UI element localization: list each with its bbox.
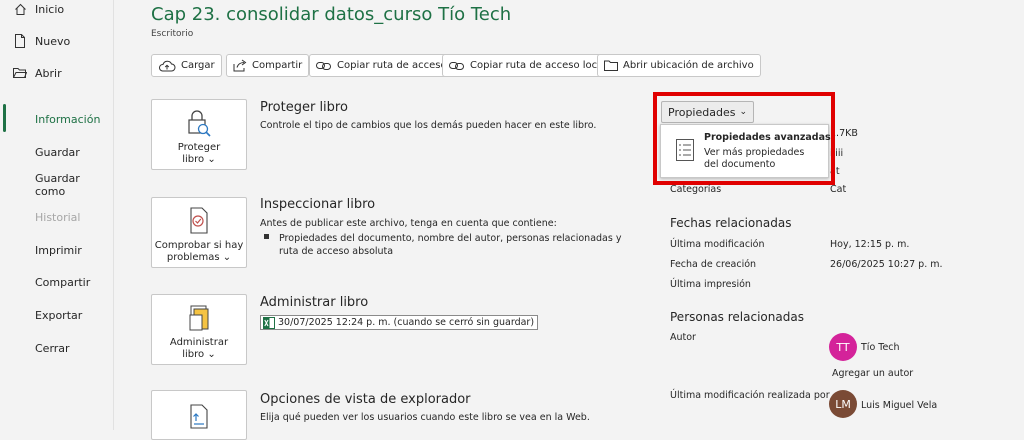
chevron-down-icon: ⌄	[222, 252, 232, 263]
link-icon	[316, 61, 331, 70]
title-value: iiiii	[830, 148, 844, 159]
chevron-down-icon: ⌄	[207, 349, 216, 360]
document-check-icon	[152, 204, 246, 236]
properties-dropdown-menu: Propiedades avanzadas Ver más propiedade…	[660, 124, 831, 178]
sidebar-item-label: Información	[35, 112, 101, 126]
link-icon	[449, 61, 464, 70]
copy-local-path-button[interactable]: Copiar ruta de acceso local	[442, 54, 614, 77]
categories-label: Categorías	[670, 184, 722, 195]
browser-section-description: Elija qué pueden ver los usuarios cuando…	[260, 412, 590, 423]
chevron-down-icon: ⌄	[739, 107, 748, 117]
sidebar-item-label: Abrir	[35, 66, 62, 80]
last-modified-label: Última modificación	[670, 239, 765, 250]
related-dates-heading: Fechas relacionadas	[670, 216, 792, 230]
chevron-down-icon: ⌄	[207, 154, 216, 165]
share-button[interactable]: Compartir	[226, 54, 310, 77]
lock-icon	[152, 106, 246, 138]
sidebar-item-label: Imprimir	[35, 243, 82, 257]
upload-cloud-icon	[159, 60, 176, 71]
info-page: Cap 23. consolidar datos_curso Tío Tech …	[114, 0, 1024, 440]
sidebar-item-nuevo[interactable]: Nuevo	[0, 31, 113, 51]
protect-section-title: Proteger libro	[260, 100, 348, 115]
properties-list-icon	[676, 139, 694, 165]
open-file-location-button[interactable]: Abrir ubicación de archivo	[597, 54, 761, 77]
last-modified-value: Hoy, 12:15 p. m.	[830, 239, 910, 250]
check-issues-button[interactable]: Comprobar si hay problemas ⌄	[151, 197, 247, 268]
new-document-icon	[13, 34, 27, 48]
last-modified-by-label: Última modificación realizada por	[670, 390, 830, 401]
sidebar-item-guardar-como[interactable]: Guardar como	[0, 172, 113, 198]
inspect-bullet-item: Propiedades del documento, nombre del au…	[264, 232, 621, 258]
properties-dropdown-button[interactable]: Propiedades ⌄	[661, 101, 755, 123]
sidebar-item-guardar[interactable]: Guardar	[0, 143, 113, 161]
file-size-value: 1.7KB	[830, 128, 858, 139]
sidebar-item-abrir[interactable]: Abrir	[0, 63, 113, 83]
tags-value: at	[830, 166, 840, 177]
upload-button[interactable]: Cargar	[151, 54, 222, 77]
advanced-properties-title: Propiedades avanzadas	[704, 132, 831, 143]
modifier-avatar: LM	[829, 390, 857, 418]
inspect-section-title: Inspeccionar libro	[260, 197, 376, 212]
manage-workbook-icon	[152, 301, 246, 333]
add-author-link[interactable]: Agregar un autor	[832, 368, 913, 379]
sidebar-item-exportar[interactable]: Exportar	[0, 306, 113, 324]
created-value: 26/06/2025 10:27 p. m.	[830, 259, 943, 270]
sidebar-item-compartir[interactable]: Compartir	[0, 273, 113, 291]
sidebar-item-label: Nuevo	[35, 34, 71, 48]
related-people-heading: Personas relacionadas	[670, 310, 804, 324]
inspect-section-description: Antes de publicar este archivo, tenga en…	[260, 218, 557, 229]
sidebar-item-inicio[interactable]: Inicio	[0, 0, 113, 18]
file-location: Escritorio	[151, 29, 194, 39]
last-printed-label: Última impresión	[670, 279, 751, 290]
manage-workbook-button[interactable]: Administrar libro ⌄	[151, 294, 247, 365]
sidebar-item-historial: Historial	[0, 208, 113, 226]
modifier-name[interactable]: Luis Miguel Vela	[861, 400, 937, 411]
autosave-version-link[interactable]: 30/07/2025 12:24 p. m. (cuando se cerró …	[260, 315, 539, 330]
protect-section-description: Controle el tipo de cambios que los demá…	[260, 120, 597, 131]
page-title: Cap 23. consolidar datos_curso Tío Tech	[151, 4, 512, 25]
sidebar-item-cerrar[interactable]: Cerrar	[0, 339, 113, 357]
copy-path-button[interactable]: Copiar ruta de acceso	[309, 54, 454, 77]
manage-section-title: Administrar libro	[260, 295, 369, 310]
sidebar-item-label: Historial	[35, 210, 81, 224]
advanced-properties-item[interactable]: Propiedades avanzadas Ver más propiedade…	[661, 125, 831, 177]
backstage-sidebar: Inicio Nuevo Abrir Información Guardar G…	[0, 0, 114, 430]
author-avatar: TT	[829, 333, 857, 361]
sidebar-item-label: Compartir	[35, 275, 91, 289]
browser-section-title: Opciones de vista de explorador	[260, 392, 471, 407]
sidebar-item-imprimir[interactable]: Imprimir	[0, 241, 113, 259]
protect-workbook-button[interactable]: Proteger libro ⌄	[151, 99, 247, 170]
browser-view-icon	[152, 397, 246, 429]
sidebar-item-label: Inicio	[35, 2, 65, 16]
categories-value: Cat	[830, 184, 847, 195]
folder-icon	[604, 60, 618, 71]
excel-file-icon	[263, 316, 275, 329]
sidebar-item-label: Guardar	[35, 145, 80, 159]
created-label: Fecha de creación	[670, 259, 757, 270]
advanced-properties-line2: del documento	[704, 159, 776, 170]
sidebar-item-label: Cerrar	[35, 341, 70, 355]
sidebar-item-label: Exportar	[35, 308, 83, 322]
author-name[interactable]: Tío Tech	[861, 342, 900, 353]
share-icon	[233, 59, 247, 72]
folder-open-icon	[13, 66, 27, 80]
advanced-properties-line1: Ver más propiedades	[704, 147, 805, 158]
sidebar-item-informacion[interactable]: Información	[0, 110, 113, 128]
sidebar-item-label: Guardar como	[35, 172, 80, 198]
browser-view-options-button[interactable]	[151, 390, 247, 440]
home-icon	[13, 2, 27, 16]
bullet-icon	[264, 234, 269, 239]
author-label: Autor	[670, 332, 696, 343]
